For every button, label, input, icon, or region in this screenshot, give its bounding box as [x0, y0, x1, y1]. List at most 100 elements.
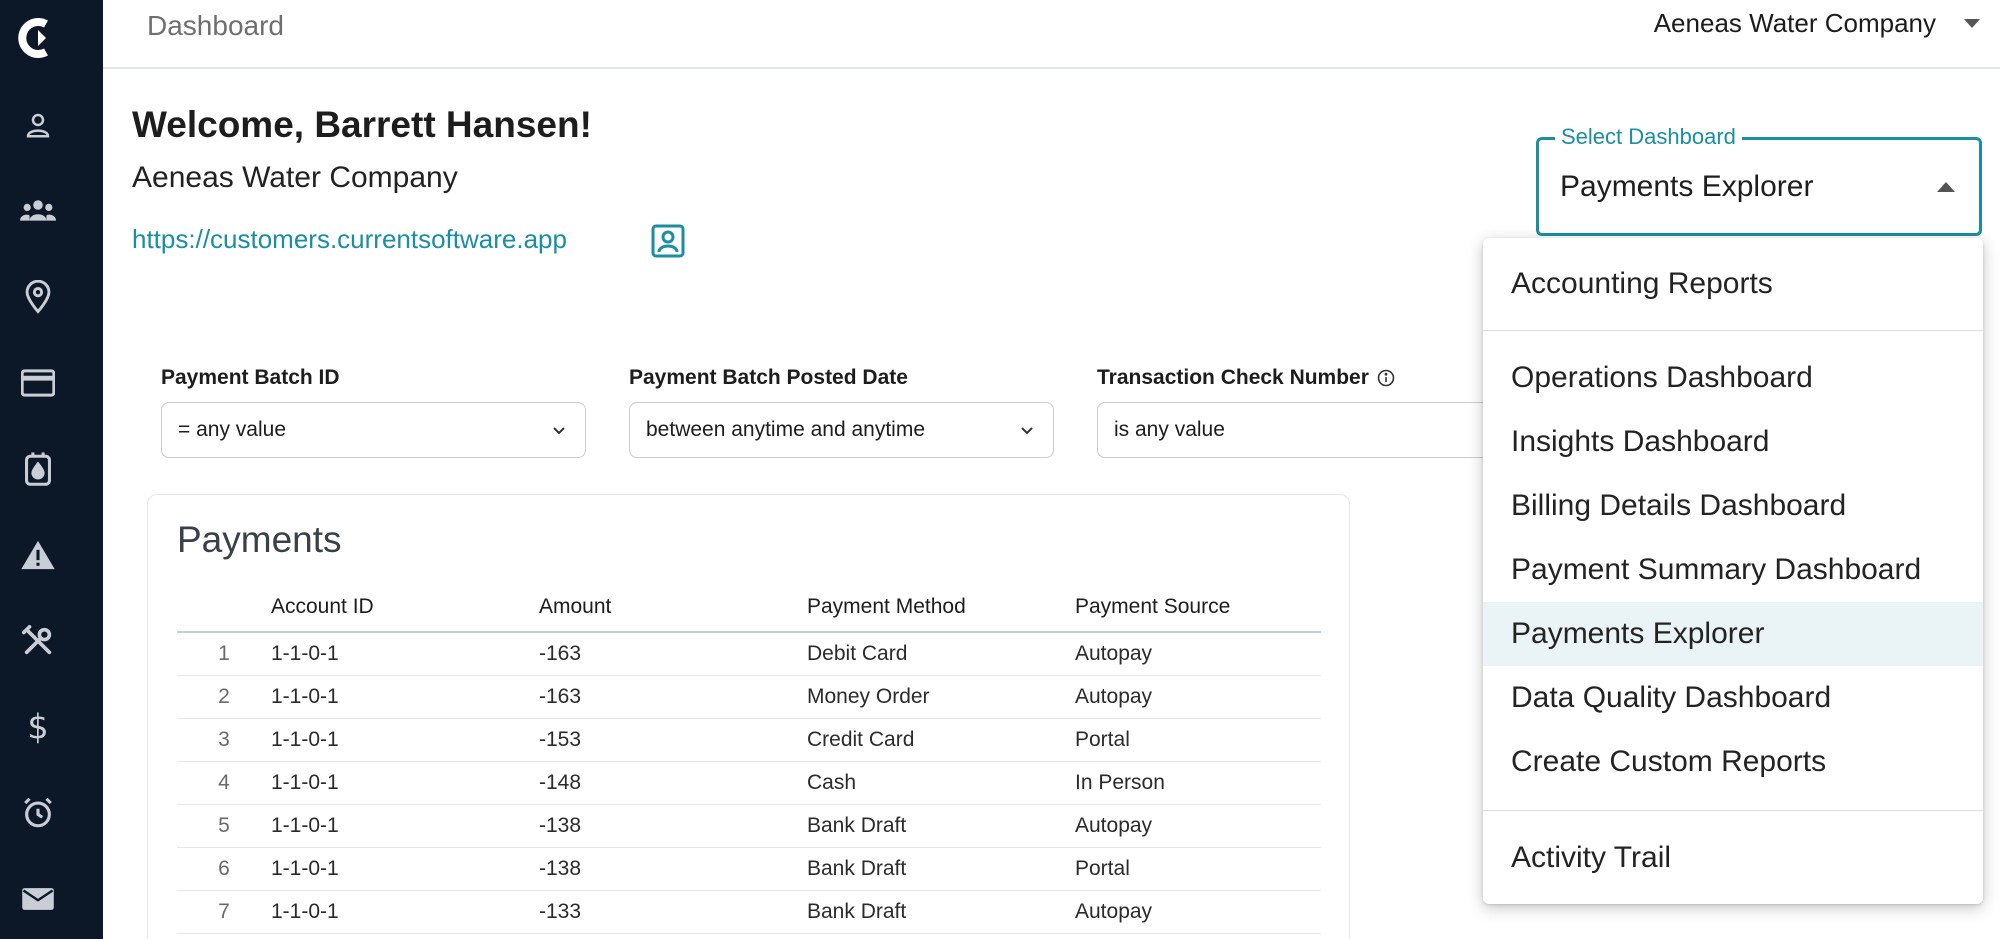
- column-header-payment-method[interactable]: Payment Method: [807, 595, 1075, 619]
- app-logo[interactable]: [16, 16, 60, 60]
- cell-payment-source: Autopay: [1075, 814, 1153, 837]
- menu-item-payment-summary-dashboard[interactable]: Payment Summary Dashboard: [1483, 538, 1983, 602]
- payments-table: Account ID Amount Payment Method Payment…: [177, 583, 1321, 934]
- customer-portal-link[interactable]: https://customers.currentsoftware.app: [132, 224, 567, 255]
- cell-payment-source: Autopay: [1075, 900, 1153, 923]
- chevron-down-icon: [1964, 19, 1980, 28]
- cell-payment-source: Autopay: [1075, 685, 1153, 708]
- cell-payment-source: Autopay: [1075, 642, 1153, 665]
- nav-customer[interactable]: [16, 103, 60, 147]
- cell-amount: -133: [539, 900, 582, 923]
- menu-item-insights-dashboard[interactable]: Insights Dashboard: [1483, 410, 1983, 474]
- svg-text:$: $: [27, 709, 48, 745]
- table-row[interactable]: 6 1-1-0-1 -138 Bank Draft Portal: [177, 848, 1321, 891]
- cell-payment-method: Bank Draft: [807, 900, 907, 923]
- column-header-payment-source[interactable]: Payment Source: [1075, 595, 1321, 619]
- cell-account-id: 1-1-0-1: [271, 642, 339, 665]
- filter-payment-batch-posted-date: Payment Batch Posted Date between anytim…: [629, 364, 1054, 458]
- cell-payment-method: Bank Draft: [807, 814, 907, 837]
- company-name: Aeneas Water Company: [132, 161, 458, 194]
- nav-messages[interactable]: [16, 877, 60, 921]
- filter-value: between anytime and anytime: [646, 418, 925, 441]
- contact-card-icon[interactable]: [651, 224, 685, 258]
- chevron-down-icon: [1021, 427, 1033, 435]
- welcome-heading: Welcome, Barrett Hansen!: [132, 104, 592, 145]
- cell-amount: -148: [539, 771, 582, 794]
- dashboard-select-value: Payments Explorer: [1560, 170, 1814, 203]
- page-title: Dashboard: [147, 10, 284, 41]
- filter-transaction-check-number: Transaction Check Number is any value: [1097, 364, 1522, 458]
- table-row[interactable]: 5 1-1-0-1 -138 Bank Draft Autopay: [177, 805, 1321, 848]
- nav-payments[interactable]: $: [16, 705, 60, 749]
- filter-label-row: Transaction Check Number: [1097, 364, 1522, 392]
- cell-amount: -163: [539, 642, 582, 665]
- menu-item-accounting-reports[interactable]: Accounting Reports: [1483, 252, 1983, 316]
- top-bar: Dashboard Aeneas Water Company: [103, 0, 2000, 69]
- nav-reminders[interactable]: [16, 791, 60, 835]
- filter-transaction-check-number-input[interactable]: is any value: [1097, 402, 1522, 458]
- row-number: 4: [218, 771, 230, 794]
- cell-payment-method: Bank Draft: [807, 857, 907, 880]
- nav-customers[interactable]: [16, 189, 60, 233]
- cell-payment-method: Debit Card: [807, 642, 908, 665]
- nav-work-orders[interactable]: [16, 619, 60, 663]
- payments-card: Payments Account ID Amount Payment Metho…: [147, 494, 1350, 939]
- company-selector[interactable]: Aeneas Water Company: [1654, 8, 1980, 39]
- filter-payment-batch-id: Payment Batch ID = any value: [161, 364, 586, 458]
- menu-item-create-custom-reports[interactable]: Create Custom Reports: [1483, 730, 1983, 794]
- nav-locations[interactable]: [16, 275, 60, 319]
- column-header-amount[interactable]: Amount: [539, 595, 807, 619]
- filter-label: Transaction Check Number: [1097, 366, 1369, 389]
- person-icon: [26, 113, 50, 138]
- table-row[interactable]: 1 1-1-0-1 -163 Debit Card Autopay: [177, 633, 1321, 676]
- warning-icon: [21, 540, 55, 570]
- cell-account-id: 1-1-0-1: [271, 728, 339, 751]
- chevron-down-icon: [553, 427, 565, 435]
- menu-divider: [1483, 330, 1983, 331]
- mail-icon: [22, 888, 54, 910]
- menu-item-operations-dashboard[interactable]: Operations Dashboard: [1483, 346, 1983, 410]
- row-number: 2: [218, 685, 230, 708]
- menu-item-payments-explorer[interactable]: Payments Explorer: [1483, 602, 1983, 666]
- cell-account-id: 1-1-0-1: [271, 771, 339, 794]
- company-selector-label: Aeneas Water Company: [1653, 8, 1936, 38]
- table-row[interactable]: 7 1-1-0-1 -133 Bank Draft Autopay: [177, 891, 1321, 934]
- table-row[interactable]: 4 1-1-0-1 -148 Cash In Person: [177, 762, 1321, 805]
- column-header-account-id[interactable]: Account ID: [271, 595, 539, 619]
- cell-amount: -138: [539, 857, 582, 880]
- cell-payment-source: Portal: [1075, 857, 1130, 880]
- filter-payment-batch-id-input[interactable]: = any value: [161, 402, 586, 458]
- table-row[interactable]: 2 1-1-0-1 -163 Money Order Autopay: [177, 676, 1321, 719]
- menu-item-data-quality-dashboard[interactable]: Data Quality Dashboard: [1483, 666, 1983, 730]
- cell-amount: -163: [539, 685, 582, 708]
- payments-title: Payments: [177, 519, 342, 560]
- dashboard-select[interactable]: Select Dashboard Payments Explorer: [1536, 124, 1982, 236]
- menu-item-billing-details-dashboard[interactable]: Billing Details Dashboard: [1483, 474, 1983, 538]
- filter-label: Payment Batch ID: [161, 366, 340, 389]
- cell-account-id: 1-1-0-1: [271, 900, 339, 923]
- dashboard-select-label: Select Dashboard: [1555, 124, 1742, 150]
- nav-meters[interactable]: [16, 447, 60, 491]
- sidebar: $: [0, 0, 103, 939]
- filter-label: Payment Batch Posted Date: [629, 366, 908, 389]
- filter-payment-batch-posted-date-input[interactable]: between anytime and anytime: [629, 402, 1054, 458]
- cell-amount: -153: [539, 728, 582, 751]
- filter-value: is any value: [1114, 418, 1225, 441]
- row-number: 7: [218, 900, 230, 923]
- alarm-clock-icon: [24, 797, 52, 828]
- row-number: 3: [218, 728, 230, 751]
- menu-item-activity-trail[interactable]: Activity Trail: [1483, 826, 1983, 890]
- filter-value: = any value: [178, 418, 286, 441]
- dollar-icon: $: [27, 709, 48, 745]
- chevron-up-icon: [1937, 182, 1955, 192]
- cell-payment-method: Cash: [807, 771, 857, 794]
- table-row[interactable]: 3 1-1-0-1 -153 Credit Card Portal: [177, 719, 1321, 762]
- row-number: 5: [218, 814, 230, 837]
- location-pin-icon: [25, 280, 51, 314]
- nav-alerts[interactable]: [16, 533, 60, 577]
- nav-billing[interactable]: [16, 361, 60, 405]
- credit-card-icon: [21, 369, 55, 397]
- tools-icon: [21, 624, 52, 655]
- row-number: 6: [218, 857, 230, 880]
- info-icon[interactable]: [1377, 369, 1395, 387]
